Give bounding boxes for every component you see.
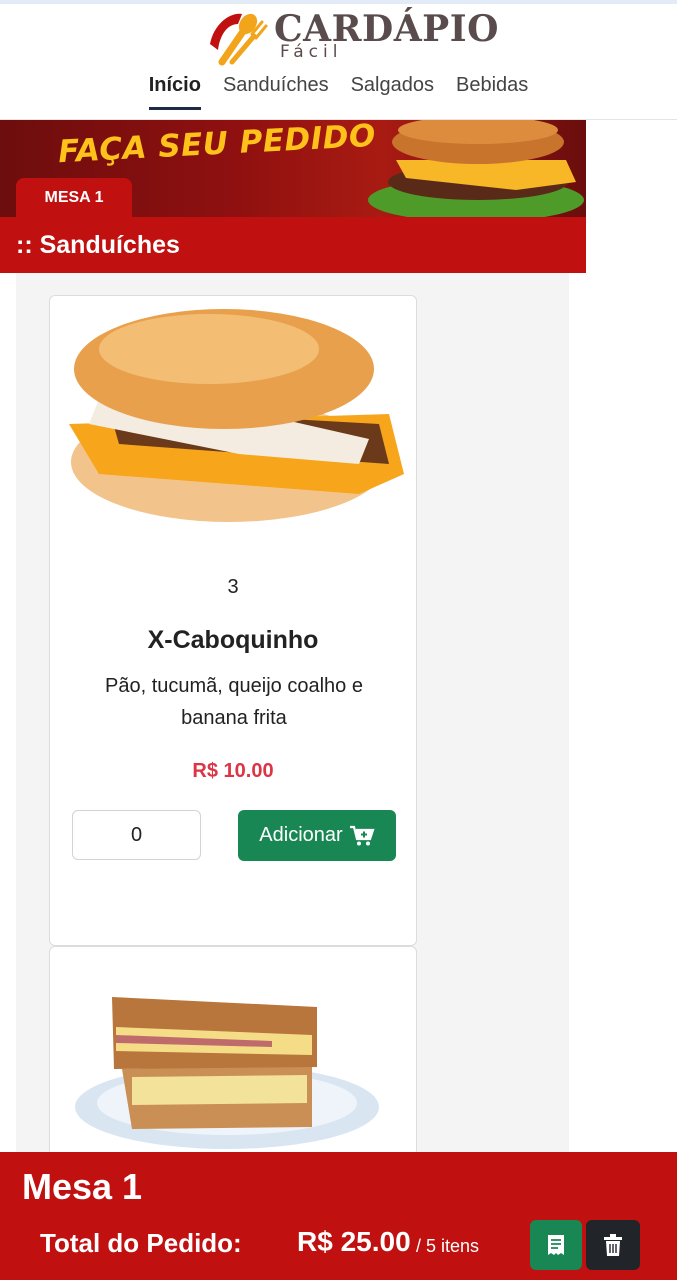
hero-banner: FAÇA SEU PEDIDO MESA 1: [0, 120, 586, 217]
section-header: :: Sanduíches: [0, 217, 586, 273]
receipt-icon: [548, 1235, 564, 1255]
nav-item-sanduiches[interactable]: Sanduíches: [223, 74, 329, 110]
site-header: CARDÁPIO Fácil Início Sanduíches Salgado…: [0, 4, 677, 120]
footer-table-name: Mesa 1: [22, 1166, 143, 1207]
add-button-label: Adicionar: [259, 824, 343, 846]
product-card: 3 X-Caboquinho Pão, tucumã, queijo coalh…: [49, 295, 417, 946]
main-nav: Início Sanduíches Salgados Bebidas: [0, 74, 677, 110]
brand-logo[interactable]: CARDÁPIO Fácil: [204, 6, 498, 66]
cart-plus-icon: [349, 825, 375, 845]
quantity-input[interactable]: [72, 810, 201, 860]
grilled-sandwich-image: [75, 997, 379, 1149]
order-footer: Mesa 1 Total do Pedido: R$ 25.00 / 5 ite…: [0, 1152, 677, 1280]
order-total-label: Total do Pedido:: [40, 1228, 242, 1258]
logo-fork-spoon-icon: [210, 13, 268, 66]
trash-icon: [604, 1234, 622, 1256]
sandwich-image: [69, 309, 404, 522]
nav-item-bebidas[interactable]: Bebidas: [456, 74, 528, 110]
product-stock-count: 3: [227, 576, 239, 598]
product-name: X-Caboquinho: [147, 626, 319, 654]
nav-item-salgados[interactable]: Salgados: [351, 74, 434, 110]
order-total-value: R$ 25.00: [297, 1226, 411, 1257]
table-tab[interactable]: MESA 1: [16, 178, 132, 217]
banner-title: FAÇA SEU PEDIDO: [57, 120, 377, 171]
section-title: :: Sanduíches: [16, 231, 180, 259]
add-to-cart-button[interactable]: Adicionar: [238, 810, 396, 861]
burger-image: [368, 120, 584, 217]
view-order-button[interactable]: [530, 1220, 582, 1270]
product-price: R$ 10.00: [192, 760, 274, 782]
clear-order-button[interactable]: [586, 1220, 640, 1270]
brand-subtitle: Fácil: [280, 42, 343, 62]
product-description: Pão, tucumã, queijo coalho e banana frit…: [105, 675, 363, 729]
nav-item-inicio[interactable]: Início: [148, 74, 201, 110]
order-items-count: / 5 itens: [416, 1236, 480, 1256]
